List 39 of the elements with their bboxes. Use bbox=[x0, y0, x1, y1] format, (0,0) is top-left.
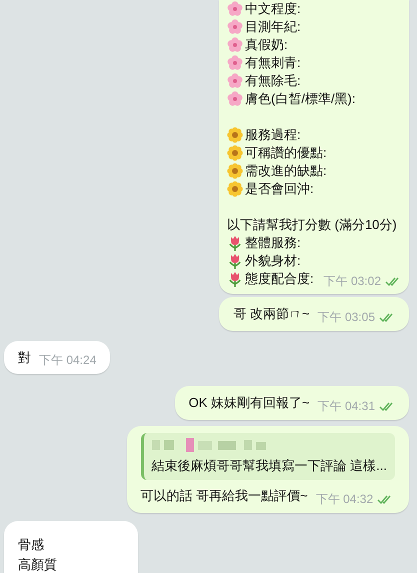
blossom-icon bbox=[227, 73, 243, 89]
blossom-icon bbox=[227, 37, 243, 53]
tulip-icon bbox=[227, 271, 243, 287]
message-text: 高顏質 bbox=[18, 556, 58, 573]
message-text: 需改進的缺點: bbox=[245, 162, 327, 180]
message-text: 是否會回沖: bbox=[245, 180, 314, 198]
sunflower-icon bbox=[227, 163, 243, 179]
quoted-text: 結束後麻煩哥哥幫我填寫一下評論 這樣... bbox=[152, 456, 387, 474]
tulip-icon bbox=[227, 235, 243, 251]
message-text: 中文程度: bbox=[245, 0, 301, 18]
message-text: 真假奶: bbox=[245, 36, 288, 54]
message-text: 外貌身材: bbox=[245, 252, 301, 270]
sunflower-icon bbox=[227, 181, 243, 197]
message-time: 下午 04:24 bbox=[39, 352, 96, 369]
message-time: 下午 04:31 bbox=[318, 398, 375, 414]
message-text: 膚色(白皙/標準/黑): bbox=[245, 90, 356, 108]
message-time: 下午 03:02 bbox=[324, 273, 381, 290]
sunflower-icon bbox=[227, 127, 243, 143]
message-text: 服務過程: bbox=[245, 126, 301, 144]
message-time: 下午 03:05 bbox=[318, 308, 375, 326]
blossom-icon bbox=[227, 19, 243, 35]
message-text: 有無除毛: bbox=[245, 72, 301, 90]
message-text: 態度配合度: bbox=[245, 270, 314, 288]
message-text: 目測年紀: bbox=[245, 18, 301, 36]
message-text: 可稱讚的優點: bbox=[245, 144, 327, 162]
blossom-icon bbox=[227, 1, 243, 17]
message-text: 整體服務: bbox=[245, 234, 301, 252]
message-text: 有無刺青: bbox=[245, 54, 301, 72]
message-text: OK 妹妹剛有回報了~ bbox=[188, 394, 310, 412]
sunflower-icon bbox=[227, 145, 243, 161]
message-text: 哥 改兩節ㄇ~ bbox=[233, 305, 310, 323]
message-text: 對 bbox=[18, 348, 31, 366]
message-text: 以下請幫我打分數 (滿分10分) bbox=[227, 216, 397, 234]
message-time: 下午 04:32 bbox=[316, 490, 374, 508]
message-text: 骨感 bbox=[18, 536, 45, 554]
blossom-icon bbox=[227, 55, 243, 71]
blossom-icon bbox=[227, 91, 243, 107]
tulip-icon bbox=[227, 253, 243, 269]
message-text: 可以的話 哥再給我一點評價~ bbox=[140, 487, 308, 505]
